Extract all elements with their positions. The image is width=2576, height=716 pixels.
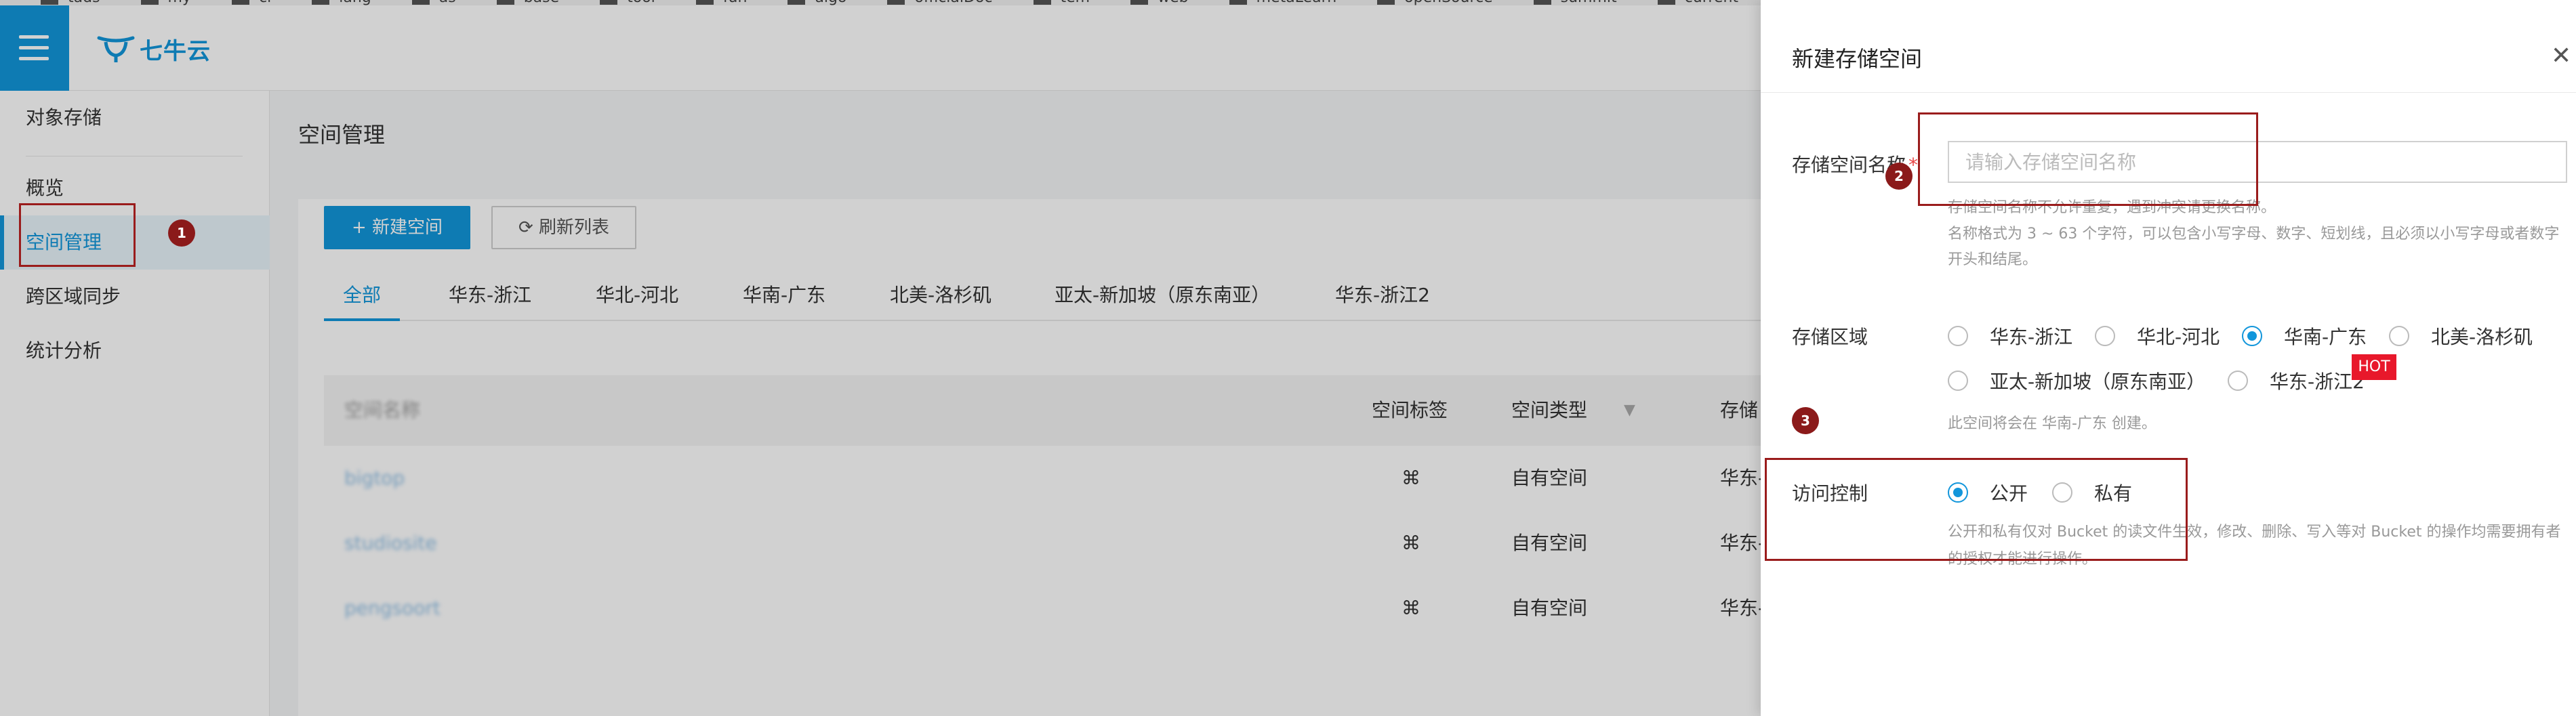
region-option-south-guangdong[interactable]: 华南-广东 (2242, 322, 2367, 350)
radio-label: 北美-洛杉矶 (2431, 326, 2533, 348)
bucket-name-input[interactable] (1948, 141, 2567, 183)
radio-icon (1948, 482, 1968, 503)
bucket-name-hint-1: 存储空间名称不允许重复，遇到冲突请更换名称。 (1948, 199, 2276, 216)
access-option-public[interactable]: 公开 (1948, 479, 2028, 506)
region-option-ap-singapore[interactable]: 亚太-新加坡（原东南亚） (1948, 367, 2205, 394)
radio-icon (2052, 482, 2072, 503)
modal-overlay[interactable] (0, 0, 1761, 716)
radio-icon (1948, 371, 1968, 391)
annotation-badge-1: 1 (168, 219, 195, 247)
bucket-name-hint-2: 名称格式为 3 ~ 63 个字符，可以包含小写字母、数字、短划线，且必须以小写字… (1948, 226, 2560, 268)
region-hint: 此空间将会在 华南-广东 创建。 (1948, 415, 2156, 432)
region-label: 存储区域 (1792, 326, 1868, 348)
access-option-private[interactable]: 私有 (2052, 479, 2132, 506)
radio-label: 华东-浙江2 (2270, 371, 2365, 393)
annotation-badge-2: 2 (1885, 163, 1913, 190)
new-bucket-drawer: 新建存储空间 ✕ 存储空间名称* 存储空间名称不允许重复，遇到冲突请更换名称。 … (1761, 0, 2576, 716)
radio-label: 亚太-新加坡（原东南亚） (1990, 371, 2206, 393)
access-control-label: 访问控制 (1792, 482, 1868, 505)
access-control-hint: 公开和私有仅对 Bucket 的读文件生效，修改、删除、写入等对 Bucket … (1948, 524, 2561, 568)
drawer-title: 新建存储空间 (1792, 46, 1923, 72)
region-option-east-zhejiang2[interactable]: 华东-浙江2 (2228, 367, 2365, 394)
drawer-divider (1761, 92, 2576, 93)
radio-icon (2389, 326, 2409, 346)
region-option-east-zhejiang[interactable]: 华东-浙江 (1948, 322, 2072, 350)
radio-icon (2228, 371, 2248, 391)
radio-label: 华南-广东 (2284, 326, 2367, 348)
radio-icon (2095, 326, 2115, 346)
annotation-badge-3: 3 (1792, 407, 1819, 434)
region-option-north-hebei[interactable]: 华北-河北 (2095, 322, 2220, 350)
radio-label: 私有 (2094, 482, 2133, 505)
radio-label: 公开 (1990, 482, 2028, 505)
close-icon[interactable]: ✕ (2551, 42, 2571, 70)
hot-badge: HOT (2352, 354, 2396, 380)
radio-label: 华东-浙江 (1990, 326, 2073, 348)
radio-label: 华北-河北 (2137, 326, 2220, 348)
radio-icon (2242, 326, 2262, 346)
radio-icon (1948, 326, 1968, 346)
region-option-na-losangeles[interactable]: 北美-洛杉矶 (2389, 322, 2533, 350)
